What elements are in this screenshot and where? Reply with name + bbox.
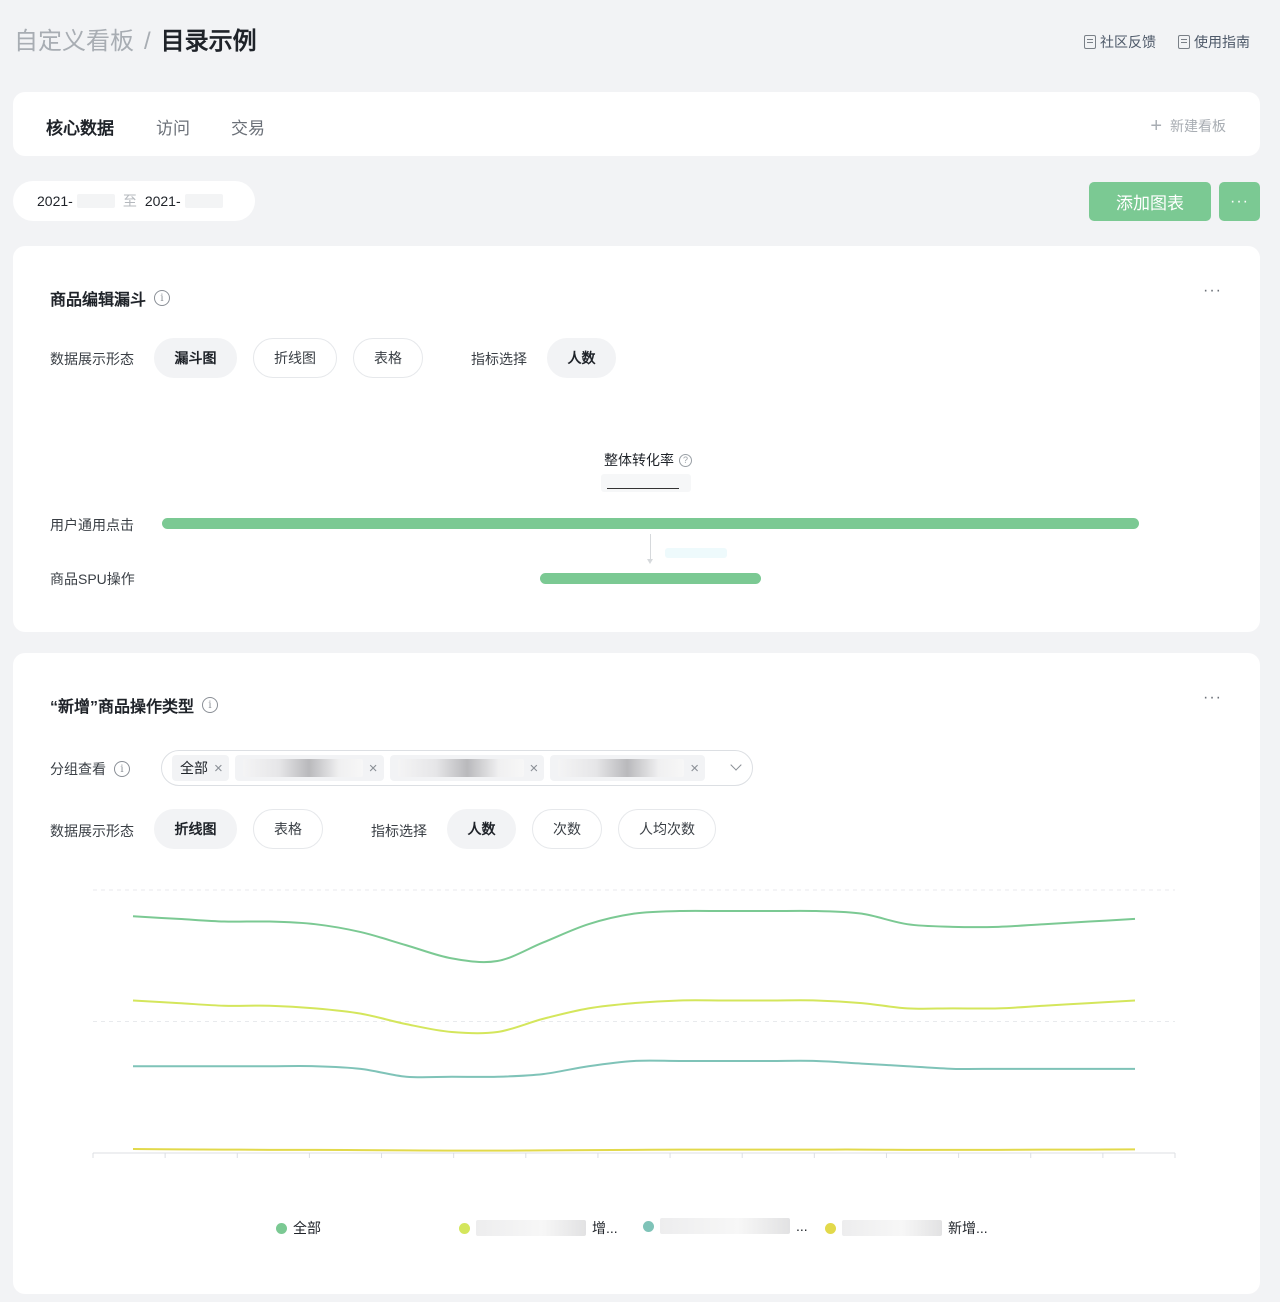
document-icon <box>1084 35 1096 49</box>
series-line-1[interactable] <box>132 999 1136 1035</box>
board-tabs: 核心数据 访问 交易 + 新建看板 <box>13 92 1260 156</box>
redacted-tag-label <box>397 759 524 777</box>
legend-dot <box>825 1222 836 1234</box>
display-mode-label: 数据展示形态 <box>50 351 134 367</box>
legend-label: 全部 <box>293 1220 321 1236</box>
display-option-table[interactable]: 表格 <box>353 338 423 378</box>
close-icon[interactable]: × <box>367 760 380 777</box>
redacted-tag-label <box>242 759 363 777</box>
legend-label: 新增... <box>948 1220 988 1236</box>
chart-legend: 全部 增... ... 新增... <box>13 1218 1260 1240</box>
funnel-step-name: 商品SPU操作 <box>50 571 135 587</box>
breadcrumb-parent[interactable]: 自定义看板 <box>14 28 134 55</box>
group-tag: × <box>550 755 706 781</box>
metric-select-label: 指标选择 <box>471 351 527 367</box>
group-view-text: 分组查看 <box>50 761 106 777</box>
display-option-funnel[interactable]: 漏斗图 <box>154 338 237 378</box>
funnel-step-bar[interactable] <box>539 573 761 584</box>
overall-conversion-text: 整体转化率 <box>604 452 674 468</box>
legend-label: ... <box>796 1218 808 1234</box>
line-chart[interactable] <box>13 873 1260 1203</box>
card-more-button[interactable]: ··· <box>1203 282 1222 300</box>
funnel-step-bar[interactable] <box>161 518 1139 529</box>
chevron-down-icon[interactable] <box>730 759 742 771</box>
header-links: 社区反馈 使用指南 <box>1084 32 1250 52</box>
legend-item[interactable]: 增... <box>459 1218 618 1238</box>
user-guide-label: 使用指南 <box>1194 34 1250 50</box>
user-guide-link[interactable]: 使用指南 <box>1178 32 1250 52</box>
legend-dot <box>459 1222 470 1234</box>
tab-visits[interactable]: 访问 <box>156 114 190 139</box>
page-header: 自定义看板 / 目录示例 社区反馈 使用指南 <box>14 22 1250 62</box>
info-icon[interactable]: i <box>202 697 219 713</box>
redacted-tag-label <box>558 759 685 777</box>
community-feedback-label: 社区反馈 <box>1100 34 1156 50</box>
redacted-step-rate <box>665 548 727 558</box>
legend-item[interactable]: 新增... <box>825 1218 988 1238</box>
tab-core-data[interactable]: 核心数据 <box>46 114 114 139</box>
group-tag: × <box>234 755 384 781</box>
page-title: 目录示例 <box>160 28 257 55</box>
group-select[interactable]: 全部 × × × × <box>161 750 753 786</box>
metric-select-label: 指标选择 <box>371 823 427 839</box>
group-view-label: 分组查看 i <box>50 759 130 779</box>
redacted-text <box>76 194 115 208</box>
display-option-line[interactable]: 折线图 <box>253 338 337 378</box>
start-date: 2021- <box>37 193 73 209</box>
series-line-0[interactable] <box>132 909 1136 964</box>
card-title: “新增”商品操作类型 i <box>50 693 219 717</box>
metric-option-users[interactable]: 人数 <box>447 809 516 849</box>
redacted-text <box>184 194 223 208</box>
group-tag-label: 全部 <box>180 760 208 776</box>
legend-label: 增... <box>592 1220 618 1236</box>
funnel-arrow-icon <box>647 534 653 564</box>
more-actions-button[interactable]: ··· <box>1219 182 1260 221</box>
redacted-legend-text <box>660 1218 790 1234</box>
legend-dot <box>643 1220 654 1232</box>
funnel-chart-card: 商品编辑漏斗 i ··· 数据展示形态 漏斗图 折线图 表格 指标选择 人数 整… <box>13 246 1260 632</box>
end-date: 2021- <box>144 193 181 209</box>
metric-option-users[interactable]: 人数 <box>547 338 616 378</box>
display-option-table[interactable]: 表格 <box>253 809 323 849</box>
card-more-button[interactable]: ··· <box>1203 689 1222 707</box>
display-option-line[interactable]: 折线图 <box>154 809 237 849</box>
tab-transactions[interactable]: 交易 <box>231 114 265 139</box>
breadcrumb: 自定义看板 / 目录示例 <box>14 22 1250 62</box>
date-range-picker[interactable]: 2021- 至 2021- <box>13 181 255 221</box>
new-board-label: 新建看板 <box>1170 118 1226 134</box>
info-icon[interactable]: i <box>154 290 171 306</box>
legend-item[interactable]: ... <box>643 1218 808 1234</box>
card-title-text: “新增”商品操作类型 <box>50 699 195 716</box>
help-icon[interactable]: ? <box>679 453 692 467</box>
series-line-2[interactable] <box>132 1059 1135 1079</box>
close-icon[interactable]: × <box>688 760 701 777</box>
series-line-3[interactable] <box>132 1148 1136 1152</box>
card-title-text: 商品编辑漏斗 <box>50 292 147 309</box>
close-icon[interactable]: × <box>212 760 225 777</box>
redacted-legend-text <box>842 1220 942 1236</box>
legend-item[interactable]: 全部 <box>276 1218 321 1238</box>
overall-conversion-label: 整体转化率 ? <box>604 450 692 470</box>
plus-icon: + <box>1150 115 1162 137</box>
funnel-step-name: 用户通用点击 <box>50 517 134 533</box>
info-icon[interactable]: i <box>114 761 130 777</box>
display-mode-label: 数据展示形态 <box>50 823 134 839</box>
date-separator: 至 <box>122 193 137 209</box>
close-icon[interactable]: × <box>528 760 541 777</box>
add-chart-button[interactable]: 添加图表 <box>1089 182 1211 221</box>
line-chart-card: “新增”商品操作类型 i ··· 分组查看 i 全部 × × × × 数据展示形… <box>13 653 1260 1294</box>
document-icon <box>1178 35 1190 49</box>
legend-dot <box>276 1222 287 1234</box>
redacted-conversion-value <box>601 474 691 492</box>
group-tag: 全部 × <box>172 755 229 781</box>
breadcrumb-separator: / <box>144 28 151 55</box>
metric-option-count[interactable]: 次数 <box>532 809 602 849</box>
group-tag: × <box>389 755 545 781</box>
community-feedback-link[interactable]: 社区反馈 <box>1084 32 1156 52</box>
redacted-legend-text <box>476 1220 586 1236</box>
new-board-button[interactable]: + 新建看板 <box>1150 116 1226 136</box>
card-title: 商品编辑漏斗 i <box>50 286 171 310</box>
metric-option-avg-count[interactable]: 人均次数 <box>618 809 716 849</box>
